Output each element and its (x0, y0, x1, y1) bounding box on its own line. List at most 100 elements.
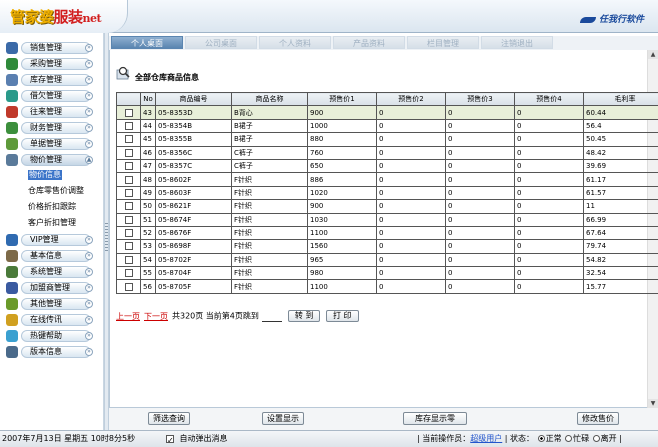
tab[interactable]: 栏目管理 (407, 36, 479, 49)
state-away-radio[interactable] (592, 435, 600, 442)
jump-page-input[interactable] (261, 313, 282, 322)
row-checkbox[interactable] (124, 121, 133, 130)
row-checkbox[interactable] (124, 148, 133, 157)
scroll-down-icon[interactable]: ▼ (648, 399, 658, 408)
column-header[interactable]: 预售价3 (445, 91, 515, 107)
table-cell: 05-8602F (155, 172, 232, 187)
sidebar-item[interactable]: 在线传讯 » (4, 313, 100, 327)
sidebar-item[interactable]: 版本信息 » (4, 345, 100, 359)
chevron-right-icon[interactable]: » (85, 268, 93, 276)
stock-retail-button[interactable]: 库存显示零 (403, 412, 467, 425)
column-header[interactable]: 商品编号 (155, 91, 232, 107)
column-header[interactable]: 预售价4 (514, 91, 584, 107)
table-row[interactable]: 51 05-8674F F针织 1030 0 0 0 66.99 (116, 212, 658, 227)
operator-name[interactable]: 超级用户 (470, 434, 502, 443)
sidebar-item[interactable]: VIP管理 » (4, 233, 100, 247)
table-row[interactable]: 46 05-8356C C裤子 760 0 0 0 48.42 (116, 145, 658, 160)
state-normal-radio[interactable] (537, 435, 545, 442)
sidebar-item[interactable]: 采购管理 » (4, 57, 100, 71)
sidebar-item[interactable]: 库存管理 » (4, 73, 100, 87)
splitter-grip[interactable] (105, 223, 108, 253)
row-checkbox[interactable] (124, 202, 133, 211)
row-checkbox[interactable] (124, 175, 133, 184)
column-header[interactable] (116, 91, 141, 107)
chevron-right-icon[interactable]: » (85, 316, 93, 324)
state-busy-radio[interactable] (565, 435, 573, 442)
table-row[interactable]: 53 05-8698F F针织 1560 0 0 0 79.74 (116, 239, 658, 254)
submenu-item[interactable]: 物价信息 (28, 170, 62, 180)
column-header[interactable]: 预售价1 (307, 91, 377, 107)
table-row[interactable]: 50 05-8621F F针织 900 0 0 0 11 (116, 199, 658, 214)
chevron-right-icon[interactable]: » (85, 60, 93, 68)
table-row[interactable]: 56 05-8705F F针织 1100 0 0 0 15.77 (116, 279, 658, 294)
row-checkbox[interactable] (124, 255, 133, 264)
auto-popup-checkbox[interactable]: ✓ (166, 434, 174, 445)
row-checkbox[interactable] (124, 108, 133, 117)
sidebar-item[interactable]: 物价管理 ▲ (4, 153, 100, 167)
tab[interactable]: 产品资料 (333, 36, 405, 49)
table-row[interactable]: 45 05-8355B B裙子 880 0 0 0 50.45 (116, 132, 658, 147)
filter-button[interactable]: 筛选查询 (148, 412, 190, 425)
table-row[interactable]: 47 05-8357C C裤子 650 0 0 0 39.69 (116, 158, 658, 174)
row-checkbox[interactable] (124, 269, 133, 278)
submenu-item[interactable]: 仓库零售价调整 (28, 186, 84, 196)
sidebar-item[interactable]: 基本信息 » (4, 249, 100, 263)
tab[interactable]: 公司桌面 (185, 36, 257, 49)
submenu-item[interactable]: 客户折扣管理 (28, 218, 76, 228)
chevron-right-icon[interactable]: » (85, 252, 93, 260)
chevron-right-icon[interactable]: » (85, 284, 93, 292)
sidebar-item[interactable]: 其他管理 » (4, 297, 100, 311)
chevron-right-icon[interactable]: » (85, 44, 93, 52)
table-row[interactable]: 43 05-8353D B背心 900 0 0 0 60.44 (116, 105, 658, 120)
display-settings-button[interactable]: 设置显示 (262, 412, 304, 425)
prev-page-link[interactable]: 上一页 (116, 312, 140, 321)
tab[interactable]: 个人资料 (259, 36, 331, 49)
table-row[interactable]: 49 05-8603F F针织 1020 0 0 0 61.57 (116, 185, 658, 201)
scroll-up-icon[interactable]: ▲ (648, 50, 658, 59)
tab[interactable]: 个人桌面 (111, 36, 183, 49)
auto-popup-option[interactable]: ✓ 自动弹出消息 (166, 431, 228, 447)
chevron-right-icon[interactable]: » (85, 236, 93, 244)
table-row[interactable]: 44 05-8354B B裙子 1000 0 0 0 56.4 (116, 118, 658, 134)
chevron-right-icon[interactable]: » (85, 300, 93, 308)
tab[interactable]: 注销退出 (481, 36, 553, 49)
table-row[interactable]: 48 05-8602F F针织 886 0 0 0 61.17 (116, 172, 658, 187)
next-page-link[interactable]: 下一页 (144, 312, 168, 321)
chevron-up-icon[interactable]: ▲ (85, 156, 93, 164)
row-checkbox[interactable] (124, 282, 133, 291)
sidebar-item[interactable]: 系统管理 » (4, 265, 100, 279)
sidebar-item[interactable]: 往来管理 » (4, 105, 100, 119)
table-cell: 43 (140, 105, 156, 120)
chevron-right-icon[interactable]: » (85, 348, 93, 356)
row-checkbox[interactable] (124, 229, 133, 238)
chevron-right-icon[interactable]: » (85, 76, 93, 84)
table-row[interactable]: 54 05-8702F F针织 965 0 0 0 54.82 (116, 252, 658, 268)
chevron-right-icon[interactable]: » (85, 124, 93, 132)
chevron-right-icon[interactable]: » (85, 108, 93, 116)
sidebar-item[interactable]: 单据管理 » (4, 137, 100, 151)
row-checkbox[interactable] (124, 242, 133, 251)
column-header[interactable]: No (140, 91, 156, 107)
go-button[interactable]: 转 到 (287, 310, 321, 322)
table-cell: 900 (307, 199, 377, 214)
chevron-right-icon[interactable]: » (85, 92, 93, 100)
chevron-right-icon[interactable]: » (85, 140, 93, 148)
submenu-item[interactable]: 价格折扣跟踪 (28, 202, 76, 212)
sidebar-item[interactable]: 加盟商管理 » (4, 281, 100, 295)
row-checkbox[interactable] (124, 135, 133, 144)
column-header[interactable]: 预售价2 (376, 91, 446, 107)
print-button[interactable]: 打 印 (326, 310, 359, 322)
sidebar-item[interactable]: 热键帮助 » (4, 329, 100, 343)
column-header[interactable]: 毛利率 (583, 91, 658, 107)
row-checkbox[interactable] (124, 215, 133, 224)
sidebar-item[interactable]: 借欠管理 » (4, 89, 100, 103)
row-checkbox[interactable] (124, 162, 133, 171)
sidebar-item[interactable]: 财务管理 » (4, 121, 100, 135)
chevron-right-icon[interactable]: » (85, 332, 93, 340)
column-header[interactable]: 商品名称 (231, 91, 308, 107)
sidebar-item[interactable]: 销售管理 » (4, 41, 100, 55)
modify-price-button[interactable]: 修改售价 (577, 412, 619, 425)
table-row[interactable]: 55 05-8704F F针织 980 0 0 0 32.54 (116, 266, 658, 281)
table-row[interactable]: 52 05-8676F F针织 1100 0 0 0 67.64 (116, 225, 658, 241)
row-checkbox[interactable] (124, 188, 133, 197)
